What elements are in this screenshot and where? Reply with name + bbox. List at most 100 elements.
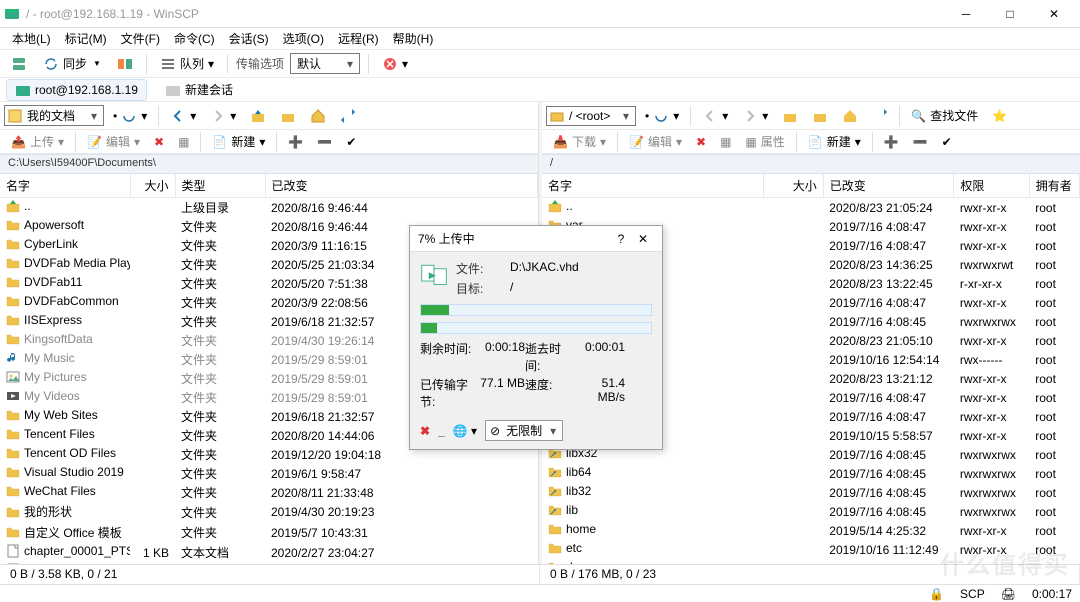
remote-bookmark-icon[interactable]: ⭐ bbox=[987, 106, 1012, 126]
titlebar: / - root@192.168.1.19 - WinSCP ─ □ ✕ bbox=[0, 0, 1080, 28]
remote-sync-icon[interactable] bbox=[867, 105, 893, 127]
upload-button[interactable]: 📤 上传 ▾ bbox=[6, 130, 69, 153]
close-button[interactable]: ✕ bbox=[1032, 0, 1076, 28]
menu-mark[interactable]: 标记(M) bbox=[59, 28, 113, 49]
sync-button[interactable]: 同步▼ bbox=[38, 52, 106, 75]
col-size[interactable]: 大小 bbox=[130, 174, 175, 198]
remote-delete-icon[interactable]: ✖ bbox=[691, 132, 711, 152]
local-back-icon[interactable]: ▾ bbox=[165, 105, 201, 127]
menu-local[interactable]: 本地(L) bbox=[6, 28, 57, 49]
window-title: / - root@192.168.1.19 - WinSCP bbox=[26, 7, 944, 21]
table-row[interactable]: dev2020/8/23 13:50:15rwxr-xr-xroot bbox=[542, 559, 1080, 564]
table-row[interactable]: 自定义 Office 模板文件夹2019/5/7 10:43:31 bbox=[0, 523, 538, 544]
transfer-icon bbox=[420, 260, 448, 288]
dialog-close-button[interactable]: ✕ bbox=[632, 232, 654, 246]
remote-mark-icon[interactable]: ▦ bbox=[715, 132, 736, 152]
remote-check-icon[interactable]: ✔ bbox=[937, 132, 957, 152]
local-root-icon[interactable] bbox=[275, 105, 301, 127]
local-drive-combo[interactable]: 我的文档▾ bbox=[4, 105, 104, 126]
disconnect-button[interactable]: ▾ bbox=[377, 53, 413, 75]
local-home-icon[interactable] bbox=[305, 105, 331, 127]
find-file-button[interactable]: 🔍 查找文件 bbox=[906, 104, 983, 127]
remote-props-button[interactable]: ▦ 属性 bbox=[740, 130, 789, 153]
options-icon[interactable]: 🌐 ▾ bbox=[453, 424, 477, 438]
col-type[interactable]: 类型 bbox=[175, 174, 265, 198]
rcol-perm[interactable]: 权限 bbox=[954, 174, 1029, 198]
local-edit-button[interactable]: 📝 编辑 ▾ bbox=[82, 130, 145, 153]
server-button[interactable] bbox=[6, 53, 32, 75]
menu-file[interactable]: 文件(F) bbox=[115, 28, 166, 49]
menu-command[interactable]: 命令(C) bbox=[168, 28, 221, 49]
table-row[interactable]: Default.rdp3 KB远程桌面连接2019/12/26 8:00:48 bbox=[0, 562, 538, 564]
table-row[interactable]: 我的形状文件夹2019/4/30 20:19:23 bbox=[0, 502, 538, 523]
table-row[interactable]: Visual Studio 2019文件夹2019/6/1 9:58:47 bbox=[0, 464, 538, 483]
remote-back-icon[interactable]: ▾ bbox=[697, 105, 733, 127]
local-sync-icon[interactable] bbox=[335, 105, 361, 127]
menu-help[interactable]: 帮助(H) bbox=[387, 28, 440, 49]
table-row[interactable]: home2019/5/14 4:25:32rwxr-xr-xroot bbox=[542, 521, 1080, 540]
connect-time: 0:00:17 bbox=[1032, 587, 1072, 601]
speed-limit-combo[interactable]: ⊘无限制▾ bbox=[485, 420, 563, 441]
table-row[interactable]: lib322019/7/16 4:08:45rwxrwxrwxroot bbox=[542, 483, 1080, 502]
dialog-file: D:\JKAC.vhd bbox=[510, 260, 652, 277]
local-props-icon[interactable]: ▦ bbox=[173, 132, 194, 152]
table-row[interactable]: ..上级目录2020/8/16 9:46:44 bbox=[0, 198, 538, 218]
local-path[interactable]: C:\Users\I59400F\Documents\ bbox=[0, 154, 538, 174]
menu-session[interactable]: 会话(S) bbox=[223, 28, 275, 49]
table-row[interactable]: ..2020/8/23 21:05:24rwxr-xr-xroot bbox=[542, 198, 1080, 218]
rcol-date[interactable]: 已改变 bbox=[823, 174, 954, 198]
remote-refresh-icon[interactable]: • ▾ bbox=[640, 105, 684, 127]
menu-remote[interactable]: 远程(R) bbox=[332, 28, 385, 49]
compare-button[interactable] bbox=[112, 53, 138, 75]
local-new-button[interactable]: 📄 新建 ▾ bbox=[207, 130, 270, 153]
dialog-help-button[interactable]: ? bbox=[610, 232, 632, 246]
new-session-button[interactable]: 新建会话 bbox=[157, 79, 241, 100]
col-date[interactable]: 已改变 bbox=[265, 174, 538, 198]
table-row[interactable]: chapter_00001_PTS...1 KB文本文档2020/2/27 23… bbox=[0, 543, 538, 562]
menu-option[interactable]: 选项(O) bbox=[277, 28, 330, 49]
queue-button[interactable]: 队列 ▾ bbox=[155, 52, 219, 75]
rcol-owner[interactable]: 拥有者 bbox=[1029, 174, 1079, 198]
cancel-transfer-icon[interactable]: ✖ bbox=[420, 424, 430, 438]
rcol-name[interactable]: 名字 bbox=[542, 174, 763, 198]
local-refresh-icon[interactable]: • ▾ bbox=[108, 105, 152, 127]
protocol: SCP bbox=[960, 587, 985, 601]
remote-root-icon[interactable] bbox=[807, 105, 833, 127]
remote-forward-icon[interactable]: ▾ bbox=[737, 105, 773, 127]
remote-path[interactable]: / bbox=[542, 154, 1080, 174]
download-button[interactable]: 📥 下载 ▾ bbox=[548, 130, 611, 153]
local-plus-icon[interactable]: ➕ bbox=[283, 132, 308, 152]
remote-nav: / <root>▾ • ▾ ▾ ▾ 🔍 查找文件 ⭐ bbox=[542, 102, 1080, 130]
local-nav: 我的文档▾ • ▾ ▾ ▾ bbox=[0, 102, 538, 130]
remote-new-button[interactable]: 📄 新建 ▾ bbox=[803, 130, 866, 153]
session-tab-active[interactable]: root@192.168.1.19 bbox=[6, 79, 147, 101]
local-up-icon[interactable] bbox=[245, 105, 271, 127]
remote-home-icon[interactable] bbox=[837, 105, 863, 127]
table-row[interactable]: WeChat Files文件夹2020/8/11 21:33:48 bbox=[0, 483, 538, 502]
remote-plus-icon[interactable]: ➕ bbox=[879, 132, 904, 152]
total-progress bbox=[420, 322, 652, 334]
rcol-size[interactable]: 大小 bbox=[763, 174, 823, 198]
bytes-sent: 77.1 MB bbox=[475, 376, 525, 410]
table-row[interactable]: lib2019/7/16 4:08:45rwxrwxrwxroot bbox=[542, 502, 1080, 521]
remote-status: 0 B / 176 MB, 0 / 23 bbox=[540, 565, 1080, 584]
local-minus-icon[interactable]: ➖ bbox=[312, 132, 337, 152]
remote-actions: 📥 下载 ▾ 📝 编辑 ▾ ✖ ▦ ▦ 属性 📄 新建 ▾ ➕ ➖ ✔ bbox=[542, 130, 1080, 154]
maximize-button[interactable]: □ bbox=[988, 0, 1032, 28]
local-forward-icon[interactable]: ▾ bbox=[205, 105, 241, 127]
app-icon bbox=[4, 6, 20, 22]
main-toolbar: 同步▼ 队列 ▾ 传输选项 默认▾ ▾ bbox=[0, 50, 1080, 78]
table-row[interactable]: etc2019/10/16 11:12:49rwxr-xr-xroot bbox=[542, 540, 1080, 559]
local-delete-icon[interactable]: ✖ bbox=[149, 132, 169, 152]
minimize-transfer-icon[interactable]: _ bbox=[438, 424, 445, 438]
local-check-icon[interactable]: ✔ bbox=[341, 132, 361, 152]
minimize-button[interactable]: ─ bbox=[944, 0, 988, 28]
remote-drive-combo[interactable]: / <root>▾ bbox=[546, 106, 636, 126]
transfer-speed: 51.4 MB/s bbox=[575, 376, 625, 410]
remote-edit-button[interactable]: 📝 编辑 ▾ bbox=[624, 130, 687, 153]
remote-up-icon[interactable] bbox=[777, 105, 803, 127]
transfer-combo[interactable]: 默认▾ bbox=[290, 53, 360, 74]
table-row[interactable]: lib642019/7/16 4:08:45rwxrwxrwxroot bbox=[542, 464, 1080, 483]
remote-minus-icon[interactable]: ➖ bbox=[908, 132, 933, 152]
col-name[interactable]: 名字 bbox=[0, 174, 130, 198]
